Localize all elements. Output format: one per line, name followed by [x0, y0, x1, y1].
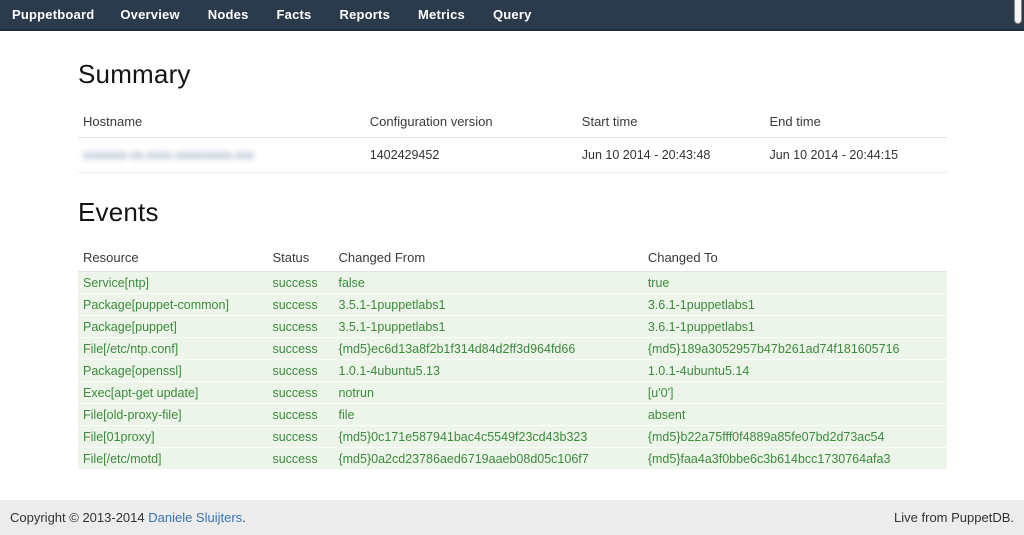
- nav-item-overview[interactable]: Overview: [106, 0, 193, 29]
- event-row: Exec[apt-get update] success notrun [u'0…: [78, 382, 947, 404]
- summary-col-hostname: Hostname: [78, 106, 365, 138]
- nav-item-query[interactable]: Query: [479, 0, 546, 29]
- nav-item-metrics[interactable]: Metrics: [404, 0, 479, 29]
- event-status: success: [267, 404, 333, 426]
- event-status: success: [267, 448, 333, 470]
- event-changed-to: absent: [643, 404, 947, 426]
- brand-puppetboard[interactable]: Puppetboard: [10, 0, 106, 29]
- event-changed-from: 1.0.1-4ubuntu5.13: [333, 360, 642, 382]
- event-changed-from: 3.5.1-1puppetlabs1: [333, 316, 642, 338]
- event-row: Service[ntp] success false true: [78, 272, 947, 294]
- events-heading: Events: [78, 197, 947, 228]
- event-row: File[old-proxy-file] success file absent: [78, 404, 947, 426]
- event-changed-to: {md5}189a3052957b47b261ad74f181605716: [643, 338, 947, 360]
- nav-item-reports[interactable]: Reports: [326, 0, 405, 29]
- event-row: File[01proxy] success {md5}0c171e587941b…: [78, 426, 947, 448]
- summary-heading: Summary: [78, 59, 947, 90]
- summary-table: Hostname Configuration version Start tim…: [78, 106, 947, 173]
- event-changed-from: {md5}ec6d13a8f2b1f314d84d2ff3d964fd66: [333, 338, 642, 360]
- event-row: Package[puppet] success 3.5.1-1puppetlab…: [78, 316, 947, 338]
- event-changed-from: file: [333, 404, 642, 426]
- event-status: success: [267, 272, 333, 294]
- author-link[interactable]: Daniele Sluijters: [148, 510, 242, 525]
- copyright-suffix: .: [242, 510, 246, 525]
- summary-col-end-time: End time: [765, 106, 948, 138]
- nav-item-facts[interactable]: Facts: [263, 0, 326, 29]
- event-changed-to: 1.0.1-4ubuntu5.14: [643, 360, 947, 382]
- event-row: File[/etc/ntp.conf] success {md5}ec6d13a…: [78, 338, 947, 360]
- event-changed-from: 3.5.1-1puppetlabs1: [333, 294, 642, 316]
- event-status: success: [267, 316, 333, 338]
- summary-data-row: xxxxxxx-xx.xxxx.xxxxxxxxx.xxx 1402429452…: [78, 138, 947, 173]
- summary-col-config-version: Configuration version: [365, 106, 577, 138]
- hostname-link[interactable]: xxxxxxx-xx.xxxx.xxxxxxxxx.xxx: [83, 148, 254, 162]
- events-header-row: Resource Status Changed From Changed To: [78, 244, 947, 272]
- summary-header-row: Hostname Configuration version Start tim…: [78, 106, 947, 138]
- event-resource: File[/etc/motd]: [78, 448, 267, 470]
- copyright-prefix: Copyright © 2013-2014: [10, 510, 148, 525]
- event-changed-to: 3.6.1-1puppetlabs1: [643, 316, 947, 338]
- event-resource: Exec[apt-get update]: [78, 382, 267, 404]
- events-col-changed-from: Changed From: [333, 244, 642, 272]
- event-status: success: [267, 338, 333, 360]
- event-resource: Service[ntp]: [78, 272, 267, 294]
- config-version-value: 1402429452: [365, 138, 577, 173]
- event-resource: File[01proxy]: [78, 426, 267, 448]
- main-content: Summary Hostname Configuration version S…: [0, 31, 947, 470]
- event-changed-to: {md5}faa4a3f0bbe6c3b614bcc1730764afa3: [643, 448, 947, 470]
- event-status: success: [267, 382, 333, 404]
- event-row: File[/etc/motd] success {md5}0a2cd23786a…: [78, 448, 947, 470]
- event-status: success: [267, 294, 333, 316]
- event-changed-to: [u'0']: [643, 382, 947, 404]
- events-col-status: Status: [267, 244, 333, 272]
- nav-item-nodes[interactable]: Nodes: [194, 0, 263, 29]
- page: Puppetboard Overview Nodes Facts Reports…: [0, 0, 1024, 535]
- event-changed-to: true: [643, 272, 947, 294]
- puppetdb-status-text: Live from PuppetDB.: [894, 510, 1014, 525]
- event-changed-from: notrun: [333, 382, 642, 404]
- event-resource: Package[puppet-common]: [78, 294, 267, 316]
- event-changed-to: {md5}b22a75fff0f4889a85fe07bd2d73ac54: [643, 426, 947, 448]
- event-changed-from: {md5}0c171e587941bac4c5549f23cd43b323: [333, 426, 642, 448]
- event-changed-from: {md5}0a2cd23786aed6719aaeb08d05c106f7: [333, 448, 642, 470]
- page-footer: Copyright © 2013-2014 Daniele Sluijters.…: [0, 500, 1024, 535]
- event-row: Package[openssl] success 1.0.1-4ubuntu5.…: [78, 360, 947, 382]
- event-status: success: [267, 360, 333, 382]
- copyright-text: Copyright © 2013-2014 Daniele Sluijters.: [10, 510, 246, 525]
- start-time-value: Jun 10 2014 - 20:43:48: [577, 138, 765, 173]
- scrollbar-thumb[interactable]: [1014, 0, 1022, 24]
- event-resource: Package[openssl]: [78, 360, 267, 382]
- events-table: Resource Status Changed From Changed To …: [78, 244, 947, 470]
- event-resource: File[/etc/ntp.conf]: [78, 338, 267, 360]
- event-status: success: [267, 426, 333, 448]
- event-resource: Package[puppet]: [78, 316, 267, 338]
- end-time-value: Jun 10 2014 - 20:44:15: [765, 138, 948, 173]
- events-col-resource: Resource: [78, 244, 267, 272]
- summary-col-start-time: Start time: [577, 106, 765, 138]
- events-col-changed-to: Changed To: [643, 244, 947, 272]
- event-resource: File[old-proxy-file]: [78, 404, 267, 426]
- event-changed-from: false: [333, 272, 642, 294]
- top-navbar: Puppetboard Overview Nodes Facts Reports…: [0, 0, 1024, 31]
- event-row: Package[puppet-common] success 3.5.1-1pu…: [78, 294, 947, 316]
- event-changed-to: 3.6.1-1puppetlabs1: [643, 294, 947, 316]
